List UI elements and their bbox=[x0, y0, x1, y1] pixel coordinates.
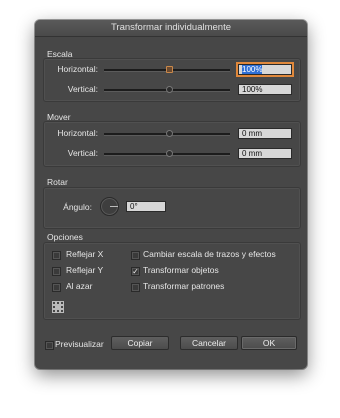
reflejar-y-label: Reflejar Y bbox=[66, 265, 104, 275]
rotar-legend: Rotar bbox=[47, 177, 68, 187]
mover-horizontal-field[interactable]: 0 mm bbox=[238, 128, 292, 139]
mover-vertical-label: Vertical: bbox=[67, 148, 98, 158]
opciones-legend: Opciones bbox=[47, 232, 83, 242]
escala-horizontal-slider-handle[interactable] bbox=[166, 66, 173, 73]
transformar-patrones-label: Transformar patrones bbox=[143, 281, 225, 291]
transformar-patrones-checkbox[interactable] bbox=[131, 283, 140, 292]
previsualizar-checkbox[interactable] bbox=[45, 341, 54, 350]
cambiar-escala-label: Cambiar escala de trazos y efectos bbox=[143, 249, 276, 259]
previsualizar-label: Previsualizar bbox=[55, 339, 104, 349]
dialog-title: Transformar individualmente bbox=[35, 20, 307, 37]
escala-vertical-field[interactable]: 100% bbox=[238, 84, 292, 95]
rotar-panel: Ángulo: 0° bbox=[43, 187, 301, 229]
escala-horizontal-label: Horizontal: bbox=[57, 64, 98, 74]
transformar-objetos-label: Transformar objetos bbox=[143, 265, 219, 275]
escala-vertical-slider-handle[interactable] bbox=[166, 86, 173, 93]
mover-horizontal-slider-handle[interactable] bbox=[166, 130, 173, 137]
opciones-panel: Reflejar X Reflejar Y Al azar Cambiar es… bbox=[43, 242, 301, 320]
al-azar-checkbox[interactable] bbox=[52, 283, 61, 292]
reflejar-x-label: Reflejar X bbox=[66, 249, 104, 259]
escala-panel: Horizontal: 100% Vertical: 100% bbox=[43, 58, 301, 102]
mover-panel: Horizontal: 0 mm Vertical: 0 mm bbox=[43, 121, 301, 167]
angle-label: Ángulo: bbox=[63, 202, 92, 212]
cambiar-escala-checkbox[interactable] bbox=[131, 251, 140, 260]
transformar-objetos-checkbox[interactable]: ✓ bbox=[131, 267, 140, 276]
escala-horizontal-value: 100% bbox=[242, 65, 263, 74]
mover-vertical-field[interactable]: 0 mm bbox=[238, 148, 292, 159]
angle-field[interactable]: 0° bbox=[126, 201, 166, 212]
al-azar-label: Al azar bbox=[66, 281, 93, 291]
mover-vertical-slider-handle[interactable] bbox=[166, 150, 173, 157]
escala-horizontal-field[interactable]: 100% bbox=[236, 62, 294, 77]
cancel-button[interactable]: Cancelar bbox=[180, 336, 238, 350]
reflejar-y-checkbox[interactable] bbox=[52, 267, 61, 276]
reflejar-x-checkbox[interactable] bbox=[52, 251, 61, 260]
ok-button[interactable]: OK bbox=[241, 336, 297, 350]
escala-vertical-label: Vertical: bbox=[67, 84, 98, 94]
transform-each-dialog: Transformar individualmente Escala Horiz… bbox=[35, 20, 307, 369]
copy-button[interactable]: Copiar bbox=[111, 336, 169, 350]
reference-point-icon[interactable] bbox=[52, 301, 64, 313]
angle-dial[interactable] bbox=[100, 197, 119, 216]
mover-horizontal-label: Horizontal: bbox=[57, 128, 98, 138]
